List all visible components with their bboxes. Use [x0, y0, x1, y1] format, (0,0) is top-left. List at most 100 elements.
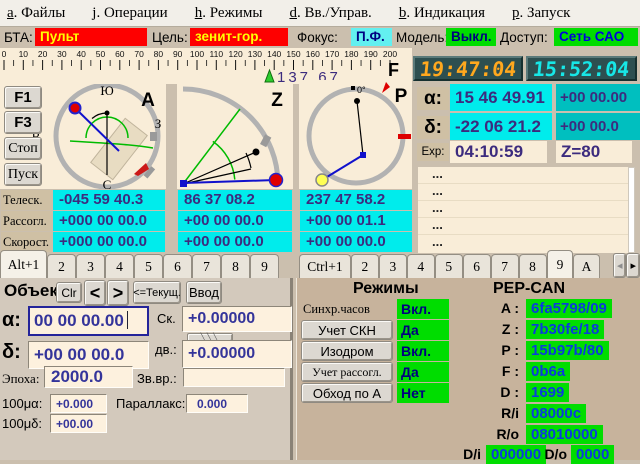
tab-ctrl-6[interactable]: 6: [463, 254, 491, 278]
object-alpha-input[interactable]: 00 00 00.00: [28, 306, 149, 336]
mu-alpha-label: 100μα:: [2, 396, 42, 411]
target-label: Цель:: [152, 30, 188, 45]
tab-alt-6[interactable]: 6: [163, 254, 192, 278]
list-item[interactable]: ...: [418, 184, 628, 201]
prev-object-button[interactable]: <: [84, 280, 106, 306]
svg-text:40: 40: [76, 49, 86, 59]
bta-label: БТА:: [4, 30, 33, 45]
menu-io-control[interactable]: d. Вв./Управ.: [289, 5, 371, 22]
tabs-prev-button[interactable]: ◂: [613, 253, 627, 278]
speed-p: +00 00 00.0: [300, 232, 412, 252]
access-label: Доступ:: [500, 30, 548, 45]
isodrome-value: Вкл.: [397, 341, 449, 361]
exp-label: Exp:: [417, 143, 449, 161]
dial-zenith-panel: Z: [177, 84, 293, 189]
ctrl-tab-row: Ctrl+1 2 3 4 5 6 7 8 9 A ◂ ▸: [299, 250, 640, 278]
menu-indication[interactable]: b. Индикация: [399, 5, 485, 22]
skn-button[interactable]: Учет СКН: [301, 320, 393, 340]
tab-alt-1[interactable]: Alt+1: [0, 250, 47, 278]
telescope-z: 86 37 08.2: [178, 190, 292, 210]
object-delta-input[interactable]: +00 00 00.0: [28, 341, 149, 369]
z-target-dot: [270, 174, 283, 187]
speed-a: +000 00 00.0: [53, 232, 165, 252]
parallax-input[interactable]: 0.000: [186, 394, 248, 413]
isodrome-button[interactable]: Изодром: [301, 341, 393, 361]
f1-button[interactable]: F1: [4, 86, 42, 109]
focus-axis-label: F: [388, 60, 399, 81]
mismatch-account-value: Да: [397, 362, 449, 382]
tab-alt-3[interactable]: 3: [76, 254, 105, 278]
modes-title: Режимы: [353, 280, 419, 298]
bypass-a-button[interactable]: Обход по А: [301, 383, 393, 403]
list-scrollbar[interactable]: [628, 167, 635, 253]
menu-files[interactable]: a. Файлы: [7, 5, 65, 22]
menu-bar: a. Файлы j. Операции h. Режимы d. Вв./Уп…: [0, 0, 640, 27]
tab-ctrl-7[interactable]: 7: [491, 254, 519, 278]
list-item[interactable]: ...: [418, 167, 628, 184]
clear-button[interactable]: Clr: [56, 282, 82, 303]
tab-ctrl-4[interactable]: 4: [407, 254, 435, 278]
tab-ctrl-8[interactable]: 8: [519, 254, 547, 278]
mismatch-a: +000 00 00.0: [53, 211, 165, 231]
next-object-button[interactable]: >: [107, 280, 129, 306]
svg-text:150: 150: [286, 49, 300, 59]
mu-delta-input[interactable]: +00.00: [50, 414, 107, 433]
epoch-label: Эпоха:: [2, 371, 39, 387]
menu-operations[interactable]: j. Операции: [92, 5, 167, 22]
list-item[interactable]: ...: [418, 201, 628, 218]
tab-alt-7[interactable]: 7: [192, 254, 221, 278]
drive-input[interactable]: +0.00000: [182, 340, 292, 368]
speed-input[interactable]: +0.00000: [182, 306, 292, 332]
stop-button[interactable]: Стоп: [4, 137, 42, 160]
svg-text:200: 200: [383, 49, 397, 59]
tab-alt-8[interactable]: 8: [221, 254, 250, 278]
start-button[interactable]: Пуск: [4, 163, 42, 186]
delta-value: -22 06 21.2: [450, 113, 552, 140]
dial-rotation-panel: 0° P: [299, 80, 412, 189]
dial-zenith: Z: [177, 84, 293, 189]
list-item[interactable]: ...: [418, 218, 628, 235]
tab-ctrl-5[interactable]: 5: [435, 254, 463, 278]
object-panel: Объект Clr < > <=Текущ. Ввод α: 00 00 00…: [0, 278, 293, 460]
telescope-p: 237 47 58.2: [300, 190, 412, 210]
focus-status-badge: П.Ф.: [351, 28, 392, 46]
pep-f-label: F :: [487, 362, 519, 381]
dial-z-label: Z: [271, 90, 283, 111]
svg-text:30: 30: [57, 49, 67, 59]
svg-text:60: 60: [115, 49, 125, 59]
alt-tab-row: Alt+1 2 3 4 5 6 7 8 9: [0, 250, 284, 278]
svg-text:100: 100: [190, 49, 204, 59]
f3-button[interactable]: F3: [4, 111, 42, 134]
tab-ctrl-1[interactable]: Ctrl+1: [299, 254, 351, 278]
tab-alt-4[interactable]: 4: [105, 254, 134, 278]
status-row: БТА: Пульт Цель: зенит-гор. Фокус: П.Ф. …: [0, 27, 640, 48]
mu-delta-label: 100μδ:: [2, 416, 42, 431]
tab-ctrl-9[interactable]: 9: [547, 250, 574, 278]
delta-symbol: δ:: [417, 116, 449, 139]
tab-ctrl-a[interactable]: A: [573, 254, 599, 278]
pep-p-value: 15b97b/80: [526, 341, 609, 360]
telescope-a: -045 59 40.3: [53, 190, 165, 210]
sidereal-input[interactable]: [183, 368, 285, 387]
menu-modes[interactable]: h. Режимы: [195, 5, 263, 22]
tab-ctrl-3[interactable]: 3: [379, 254, 407, 278]
tab-alt-9[interactable]: 9: [250, 254, 279, 278]
pep-a-label: A :: [487, 299, 519, 318]
epoch-input[interactable]: 2000.0: [44, 366, 133, 388]
tab-ctrl-2[interactable]: 2: [351, 254, 379, 278]
mu-alpha-input[interactable]: +0.000: [50, 394, 107, 413]
menu-launch[interactable]: p. Запуск: [512, 5, 570, 22]
compass-south: Ю: [100, 84, 113, 98]
enter-button[interactable]: Ввод: [186, 281, 222, 304]
tabs-next-button[interactable]: ▸: [626, 253, 640, 278]
alpha-offset: +00 00.00: [556, 84, 640, 111]
pep-p-label: P :: [487, 341, 519, 360]
svg-text:70: 70: [134, 49, 144, 59]
dial-rotation: 0° P: [299, 80, 412, 189]
tab-alt-2[interactable]: 2: [47, 254, 76, 278]
delta-offset: +00 00.0: [556, 113, 640, 140]
mismatch-account-button[interactable]: Учет рассогл.: [301, 362, 393, 382]
use-current-button[interactable]: <=Текущ.: [133, 281, 181, 304]
tab-alt-5[interactable]: 5: [134, 254, 163, 278]
sidereal-label: Зв.вр.:: [137, 371, 177, 386]
